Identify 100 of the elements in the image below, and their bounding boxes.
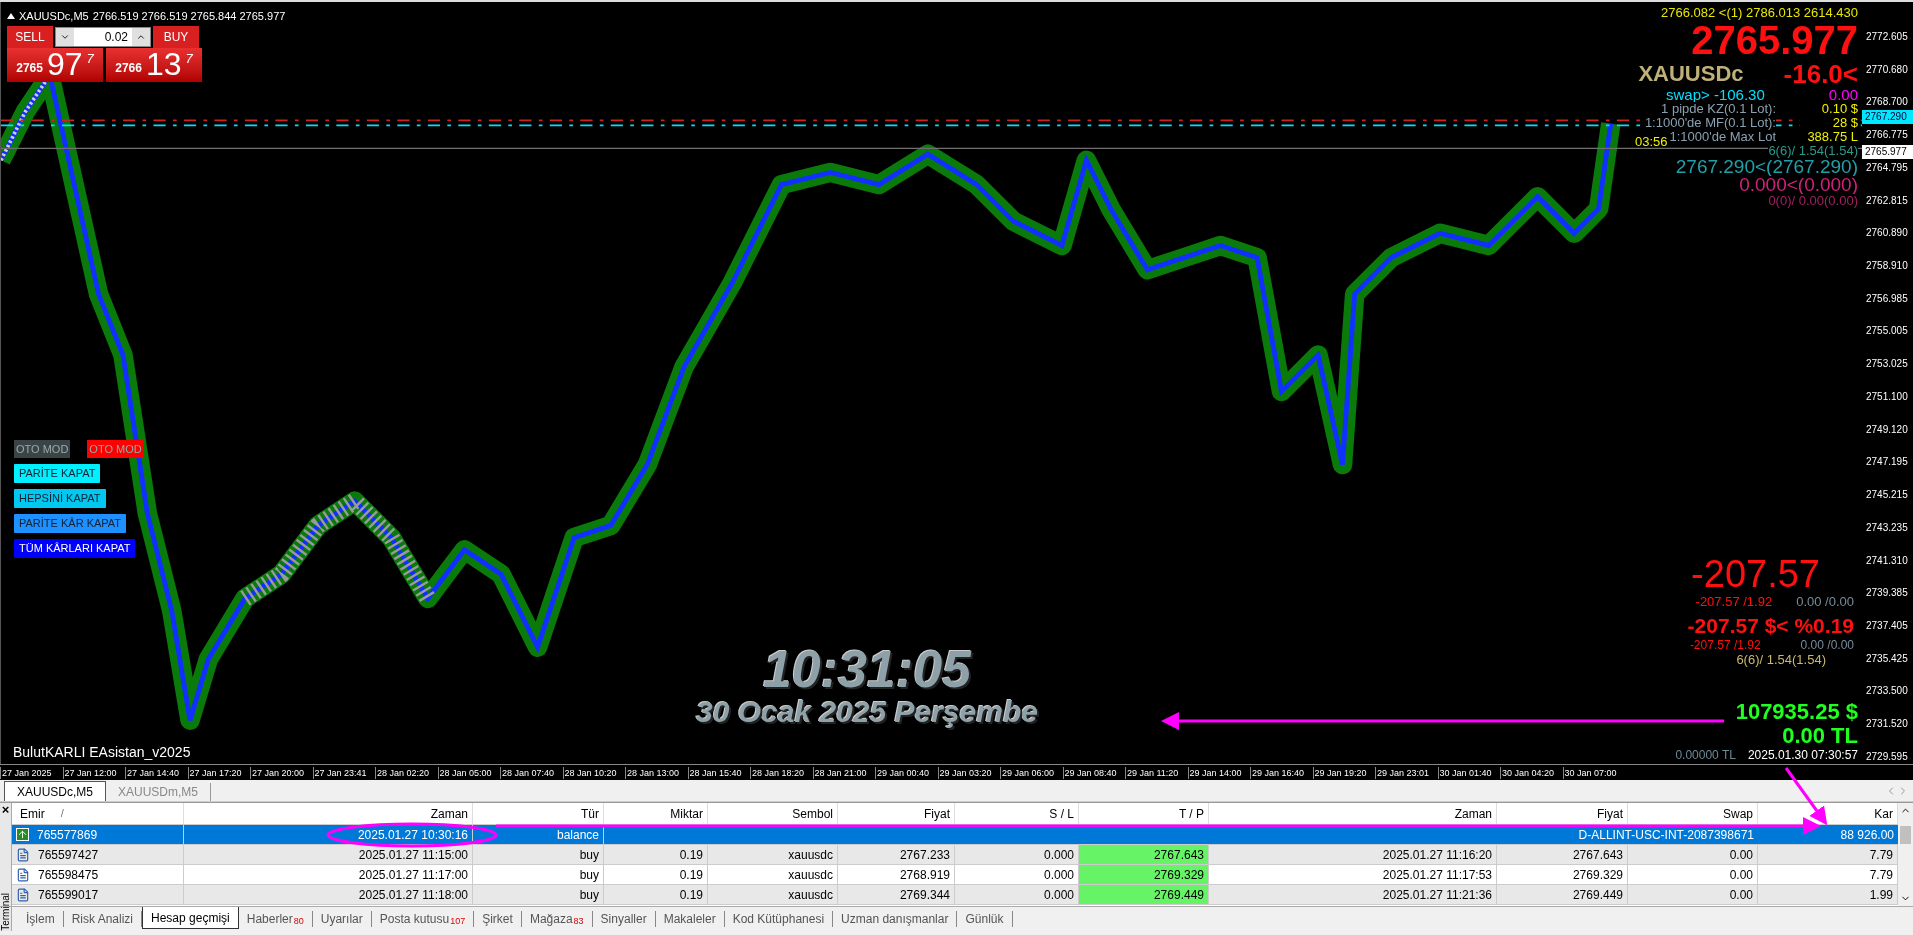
price-axis-label: 2768.700 <box>1865 95 1909 110</box>
table-cell-text: 2769.329 <box>1153 866 1204 884</box>
price-axis-label: 2741.310 <box>1865 553 1909 568</box>
clock-date: 30 Ocak 2025 Perşembe <box>696 696 1038 728</box>
price-axis-label: 2739.385 <box>1865 586 1909 601</box>
terminal-tab[interactable]: Posta kutusu$_{107}$ <box>371 911 475 927</box>
table-cell-text: buy <box>579 846 599 864</box>
table-cell-text: balance <box>556 826 599 844</box>
time-axis-label: 28 Jan 07:40 <box>500 766 563 779</box>
time-axis-label: 28 Jan 10:20 <box>562 766 625 779</box>
price-axis-label: 2749.120 <box>1865 422 1909 437</box>
price-axis-label: 2729.595 <box>1865 749 1909 764</box>
column-header[interactable]: Tür <box>473 803 604 824</box>
action-button[interactable]: PARİTE KAPAT <box>14 464 101 483</box>
table-cell-text: 2025.01.27 10:30:16 <box>357 826 468 844</box>
time-axis-label: 28 Jan 15:40 <box>687 766 750 779</box>
price-axis-label: 2737.405 <box>1865 618 1909 633</box>
terminal-tab[interactable]: Makaleler <box>655 911 725 927</box>
terminal-tab[interactable]: Mağaza$_{83}$ <box>521 911 593 927</box>
action-button[interactable]: TÜM KÂRLARI KAPAT <box>14 539 136 558</box>
column-header[interactable]: T / P <box>1079 803 1209 824</box>
column-header[interactable]: Fiyat <box>1497 803 1628 824</box>
table-row[interactable]: 765598475 2025.01.27 11:17:00 buy 0.19 xauusdc 2768.919 0.000 2769.329 2025.01.27 11:17:53 2769.329 0.00 7.79 <box>12 865 1898 885</box>
terminal-tab[interactable]: Uzman danışmanlar <box>833 911 958 927</box>
table-cell-text: 2768.919 <box>899 866 950 884</box>
terminal-tab[interactable]: Hesap geçmişi <box>142 907 239 929</box>
column-header[interactable]: S / L <box>955 803 1079 824</box>
price-axis-label: 2733.500 <box>1865 684 1909 699</box>
info-label: 1 pipde KZ(0.1 Lot): <box>1661 102 1776 116</box>
time-axis-label: 29 Jan 19:20 <box>1312 766 1375 779</box>
expert-name: BulutKARLI EAsistan_v2025 <box>13 743 191 762</box>
price-tag: 2767.290 <box>1862 110 1913 124</box>
table-cell-text: xauusdc <box>788 886 833 904</box>
chart-tab[interactable]: XAUUSDc,M5 <box>4 781 106 801</box>
table-row[interactable]: 765597427 2025.01.27 11:15:00 buy 0.19 xauusdc 2767.233 0.000 2767.643 2025.01.27 11:16:20 2767.643 0.00 7.79 <box>12 845 1898 865</box>
buy-button[interactable]: BUY <box>153 26 199 48</box>
table-cell-text: 0.19 <box>679 866 703 884</box>
table-cell-text: 2025.01.27 11:21:36 <box>1382 886 1492 904</box>
terminal-tab[interactable]: Kod Kütüphanesi <box>724 911 834 927</box>
time-axis-label: 30 Jan 04:20 <box>1500 766 1563 779</box>
terminal-tab[interactable]: Uyarılar <box>312 911 372 927</box>
time-axis-label: 29 Jan 14:00 <box>1187 766 1250 779</box>
clock-time: 10:31:05 <box>762 642 972 696</box>
column-header[interactable]: Swap <box>1628 803 1758 824</box>
spread-change: -16.0< <box>1783 67 1858 81</box>
table-cell-text: 765577869 <box>37 826 98 844</box>
column-header[interactable]: Emir / <box>12 803 184 824</box>
close-button[interactable]: × <box>1 803 10 817</box>
action-button[interactable]: PARİTE KÂR KAPAT <box>14 514 127 533</box>
collapse-triangle-icon[interactable] <box>7 13 15 20</box>
deposit-icon <box>16 828 29 841</box>
mode-button[interactable]: OTO MOD <box>14 440 71 458</box>
table-row[interactable]: 765599017 2025.01.27 11:18:00 buy 0.19 xauusdc 2769.344 0.000 2769.449 2025.01.27 11:21:36 2769.449 0.00 1.99 <box>12 885 1898 905</box>
time-axis-label: 29 Jan 16:40 <box>1250 766 1313 779</box>
table-cell-text: 2025.01.27 11:18:00 <box>358 886 468 904</box>
price-axis-label: 2747.195 <box>1865 455 1909 470</box>
total-profit-percent: -207.57 $< %0.19 <box>1687 613 1854 639</box>
time-axis-label: 27 Jan 12:00 <box>62 766 125 779</box>
terminal-tab[interactable]: Şirket <box>474 911 522 927</box>
balance-tl: 0.00 TL <box>1782 724 1858 748</box>
bar-countdown: 03:56 <box>1635 133 1668 151</box>
column-header[interactable]: Zaman <box>184 803 473 824</box>
price-axis-label: 2772.605 <box>1865 30 1909 44</box>
terminal-tab[interactable]: İşlem <box>18 911 64 927</box>
symbol-label: XAUUSDc <box>1638 67 1744 81</box>
price-axis-label: 2735.425 <box>1865 651 1909 666</box>
time-axis-label: 28 Jan 13:00 <box>625 766 688 779</box>
price-axis-label: 2751.100 <box>1865 389 1909 404</box>
swap-value: 0.00 <box>1828 88 1858 102</box>
terminal-tab[interactable]: Günlük <box>957 911 1013 927</box>
column-header[interactable]: Fiyat <box>838 803 955 824</box>
price-axis-label: 2756.985 <box>1865 291 1909 306</box>
chart-ohlc: 2766.519 2766.519 2765.844 2765.977 <box>92 9 286 24</box>
action-button[interactable]: HEPSİNİ KAPAT <box>14 489 106 508</box>
buy-profit-line: -207.57 /1.92 <box>1695 594 1773 610</box>
sell-profit-line: 0.00 /0.00 <box>1800 639 1854 652</box>
time-axis-label: 27 Jan 20:00 <box>250 766 313 779</box>
exchange-rate: 0.00000 TL <box>1675 748 1736 762</box>
table-cell-text: buy <box>579 886 599 904</box>
table-cell-text: 2767.643 <box>1153 846 1204 864</box>
sell-button[interactable]: SELL <box>7 26 53 48</box>
time-axis-label: 29 Jan 06:00 <box>1000 766 1063 779</box>
terminal-tab[interactable]: Haberler$_{80}$ <box>238 911 313 927</box>
table-cell-text: 0.000 <box>1043 846 1074 864</box>
deal-icon <box>16 887 30 902</box>
table-cell-text: 2769.344 <box>899 886 950 904</box>
table-cell-text: 2769.449 <box>1153 886 1204 904</box>
table-cell-text: 7.79 <box>1869 866 1893 884</box>
table-cell-text: 0.19 <box>679 846 703 864</box>
terminal-title: Terminal <box>0 893 12 931</box>
column-header[interactable]: Miktar <box>604 803 708 824</box>
terminal-tab[interactable]: Sinyaller <box>592 911 656 927</box>
time-axis-label: 27 Jan 14:40 <box>125 766 188 779</box>
column-header[interactable]: Sembol <box>708 803 838 824</box>
table-cell-text: 88 926.00 <box>1840 826 1894 844</box>
scrollbar-thumb[interactable] <box>1900 825 1911 844</box>
info-label: 1:1000'de MF(0.1 Lot): <box>1644 116 1776 130</box>
table-cell-text: 2769.329 <box>1572 866 1623 884</box>
sell-positions-summary: 0(0)/ 0.00(0.00) <box>1768 194 1858 208</box>
column-header[interactable]: Zaman <box>1209 803 1497 824</box>
